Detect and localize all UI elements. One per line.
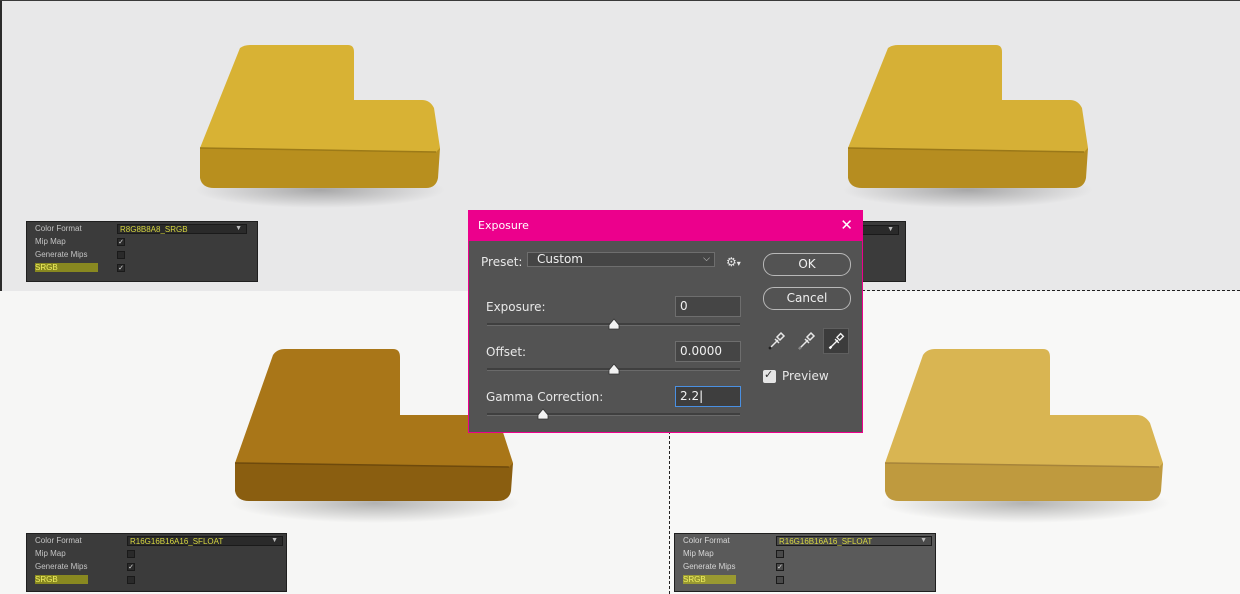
mip-map-row: Mip Map ✓: [27, 235, 257, 248]
sofa-bottom-right: [880, 349, 1170, 523]
color-format-label: Color Format: [35, 224, 82, 233]
exposure-slider-track[interactable]: [487, 318, 740, 330]
generate-mips-checkbox[interactable]: ✓: [127, 563, 135, 571]
color-format-dropdown-partial[interactable]: ▼: [859, 225, 899, 235]
generate-mips-checkbox[interactable]: [117, 251, 125, 259]
preview-checkbox[interactable]: ✓: [763, 368, 776, 383]
dropdown-arrow-icon: ▼: [271, 537, 278, 544]
offset-input[interactable]: 0.0000: [675, 341, 741, 362]
srgb-label: SRGB: [683, 575, 736, 584]
mip-map-row: Mip Map: [675, 547, 935, 560]
srgb-checkbox[interactable]: [776, 576, 784, 584]
dropdown-arrow-icon: ▼: [235, 225, 242, 232]
selection-marquee-horizontal: [862, 290, 1240, 291]
chevron-down-icon: ⌵: [703, 254, 710, 264]
mip-map-checkbox[interactable]: [127, 550, 135, 558]
cancel-button[interactable]: Cancel: [763, 287, 851, 310]
color-format-label: Color Format: [35, 536, 82, 545]
srgb-label: SRGB: [35, 575, 88, 584]
eyedropper-white-icon[interactable]: [823, 328, 849, 354]
generate-mips-label: Generate Mips: [35, 250, 88, 259]
dialog-title-bar[interactable]: Exposure ✕: [469, 211, 862, 241]
generate-mips-row: Generate Mips: [27, 248, 257, 261]
gamma-slider-track[interactable]: [487, 408, 740, 420]
generate-mips-label: Generate Mips: [683, 562, 736, 571]
preset-value: Custom: [537, 252, 583, 266]
srgb-row: SRGB: [675, 573, 935, 586]
preset-dropdown[interactable]: Custom ⌵: [527, 252, 715, 267]
sofa-top-right: [843, 45, 1093, 208]
dropdown-arrow-icon: ▼: [887, 226, 894, 233]
color-format-row: Color Format R8G8B8A8_SRGB ▼: [27, 222, 257, 235]
preview-label: Preview: [782, 369, 829, 383]
texture-inspector-top-left: Color Format R8G8B8A8_SRGB ▼ Mip Map ✓ Gen…: [26, 221, 258, 282]
mip-map-checkbox[interactable]: [776, 550, 784, 558]
generate-mips-label: Generate Mips: [35, 562, 88, 571]
offset-label: Offset:: [486, 345, 527, 359]
mip-map-label: Mip Map: [35, 549, 66, 558]
generate-mips-checkbox[interactable]: ✓: [776, 563, 784, 571]
color-format-dropdown[interactable]: R16G16B16A16_SFLOAT ▼: [127, 536, 283, 546]
preset-label: Preset:: [481, 255, 523, 269]
srgb-checkbox[interactable]: [127, 576, 135, 584]
mip-map-label: Mip Map: [683, 549, 714, 558]
exposure-input[interactable]: 0: [675, 296, 741, 317]
ok-button[interactable]: OK: [763, 253, 851, 276]
srgb-row: SRGB: [27, 573, 286, 586]
texture-inspector-top-right: ▼: [858, 221, 906, 282]
dropdown-arrow-icon: ▼: [920, 537, 927, 544]
srgb-label: SRGB: [35, 263, 98, 272]
checkmark-icon: ✓: [764, 368, 774, 381]
generate-mips-row: Generate Mips ✓: [27, 560, 286, 573]
color-format-label: Color Format: [683, 536, 730, 545]
close-icon[interactable]: ✕: [840, 216, 853, 234]
texture-inspector-bottom-left: Color Format R16G16B16A16_SFLOAT ▼ Mip Ma…: [26, 533, 287, 592]
exposure-dialog: Exposure ✕ Preset: Custom ⌵ ⚙▾ Exposure:…: [468, 210, 863, 433]
color-format-row: Color Format R16G16B16A16_SFLOAT ▼: [27, 534, 286, 547]
color-format-dropdown[interactable]: R16G16B16A16_SFLOAT ▼: [776, 536, 932, 546]
dialog-title: Exposure: [478, 219, 529, 232]
gamma-correction-input[interactable]: 2.2|: [675, 386, 741, 407]
srgb-row: SRGB ✓: [27, 261, 257, 274]
eyedropper-gray-icon[interactable]: [793, 328, 819, 354]
eyedropper-black-icon[interactable]: [763, 328, 789, 354]
sofa-top-left: [195, 45, 445, 208]
offset-slider-track[interactable]: [487, 363, 740, 375]
preset-options-gear-icon[interactable]: ⚙▾: [726, 255, 741, 269]
generate-mips-row: Generate Mips ✓: [675, 560, 935, 573]
srgb-checkbox[interactable]: ✓: [117, 264, 125, 272]
mip-map-label: Mip Map: [35, 237, 66, 246]
color-format-dropdown[interactable]: R8G8B8A8_SRGB ▼: [117, 224, 247, 234]
gamma-correction-label: Gamma Correction:: [486, 390, 604, 404]
exposure-label: Exposure:: [486, 300, 546, 314]
texture-inspector-bottom-right: Color Format R16G16B16A16_SFLOAT ▼ Mip Ma…: [674, 533, 936, 592]
mip-map-checkbox[interactable]: ✓: [117, 238, 125, 246]
color-format-row: Color Format R16G16B16A16_SFLOAT ▼: [675, 534, 935, 547]
mip-map-row: Mip Map: [27, 547, 286, 560]
